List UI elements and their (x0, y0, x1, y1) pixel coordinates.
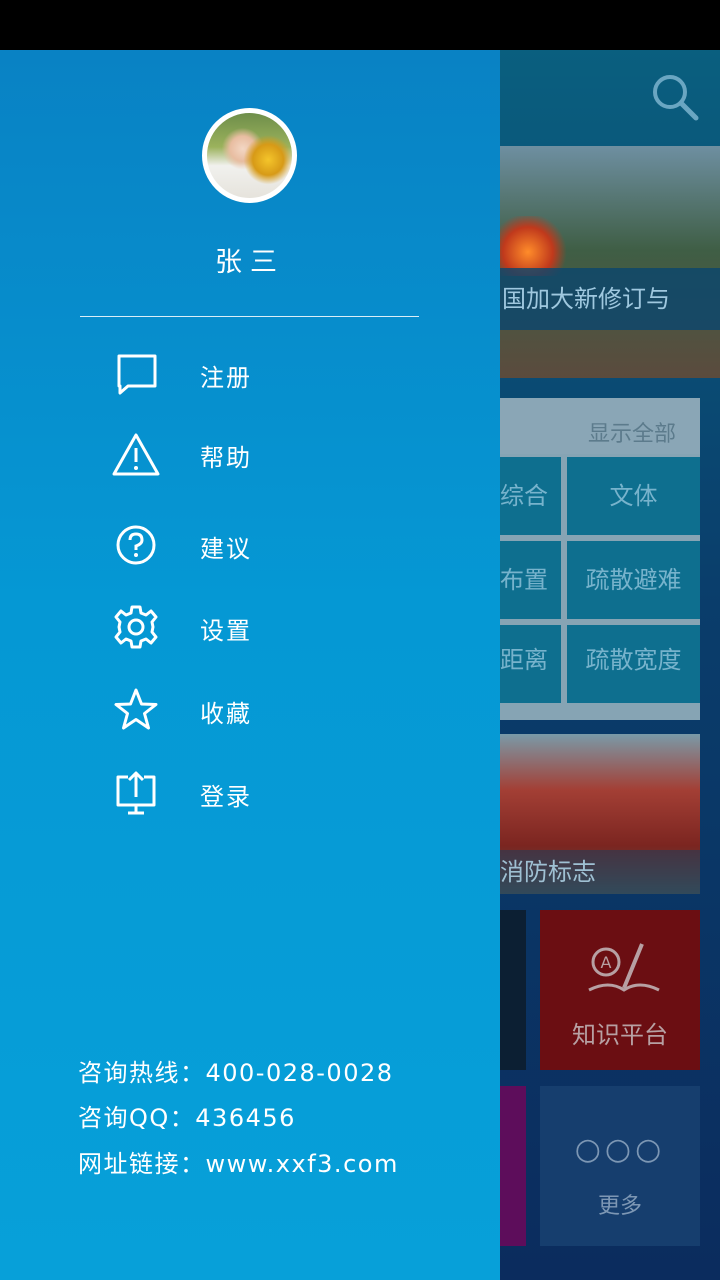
category-cell[interactable]: 疏散避难 (567, 541, 700, 619)
star-icon (114, 688, 158, 730)
knowledge-tile[interactable]: A 知识平台 (540, 910, 700, 1070)
category-cell[interactable]: 疏散宽度 (567, 625, 700, 703)
menu-item-label: 建议 (200, 535, 252, 563)
knowledge-tile-label: 知识平台 (572, 1021, 668, 1049)
purple-tile[interactable] (500, 1086, 526, 1246)
fire-graphic (500, 216, 570, 276)
news-banner-image[interactable] (500, 146, 720, 378)
menu-item-label: 帮助 (200, 444, 252, 472)
gear-icon (114, 605, 158, 649)
menu-item-settings[interactable]: 设置 (110, 597, 450, 657)
fire-truck-caption[interactable]: 消防标志 (500, 850, 700, 894)
menu-item-favorites[interactable]: 收藏 (110, 680, 450, 740)
menu-item-label: 设置 (200, 617, 252, 645)
contact-website[interactable]: 网址链接：www.xxf3.com (78, 1144, 399, 1179)
menu-item-suggestion[interactable]: 建议 (110, 515, 450, 575)
pen-book-icon: A (588, 943, 660, 992)
menu-item-label: 注册 (200, 364, 252, 392)
status-bar (0, 0, 720, 50)
dark-tile[interactable] (500, 910, 526, 1070)
news-banner-caption[interactable]: 国加大新修订与 (500, 268, 720, 330)
menu-item-label: 登录 (200, 783, 252, 811)
svg-text:A: A (601, 953, 612, 972)
navigation-drawer: 张三 注册 帮助 建议 设置 收藏 登录 咨询热线：400-028-0028 咨… (0, 50, 500, 1280)
show-all-link[interactable]: 显示全部 (588, 416, 676, 448)
menu-item-register[interactable]: 注册 (110, 344, 450, 404)
avatar[interactable] (202, 108, 297, 203)
more-tile[interactable]: ○○○ 更多 (540, 1086, 700, 1246)
menu-item-help[interactable]: 帮助 (110, 424, 450, 484)
category-panel-header: 显示全部 (500, 398, 700, 454)
more-tile-label: 更多 (597, 1194, 642, 1219)
divider (80, 316, 419, 317)
chat-bubble-icon (117, 354, 157, 395)
contact-qq[interactable]: 咨询QQ：436456 (78, 1098, 296, 1133)
category-cell[interactable]: 文体 (567, 457, 700, 535)
menu-item-label: 收藏 (200, 700, 252, 728)
category-cell[interactable]: 布置 (500, 541, 561, 619)
question-icon (116, 525, 156, 565)
menu-item-login[interactable]: 登录 (110, 763, 450, 823)
warning-icon (112, 433, 160, 476)
search-icon[interactable] (650, 72, 702, 124)
category-cell[interactable]: 距离 (500, 625, 561, 703)
contact-hotline[interactable]: 咨询热线：400-028-0028 (78, 1053, 394, 1088)
user-name: 张三 (215, 247, 285, 278)
upload-monitor-icon (116, 771, 156, 815)
category-cell[interactable]: 综合 (500, 457, 561, 535)
more-dots-icon: ○○○ (574, 1132, 666, 1167)
